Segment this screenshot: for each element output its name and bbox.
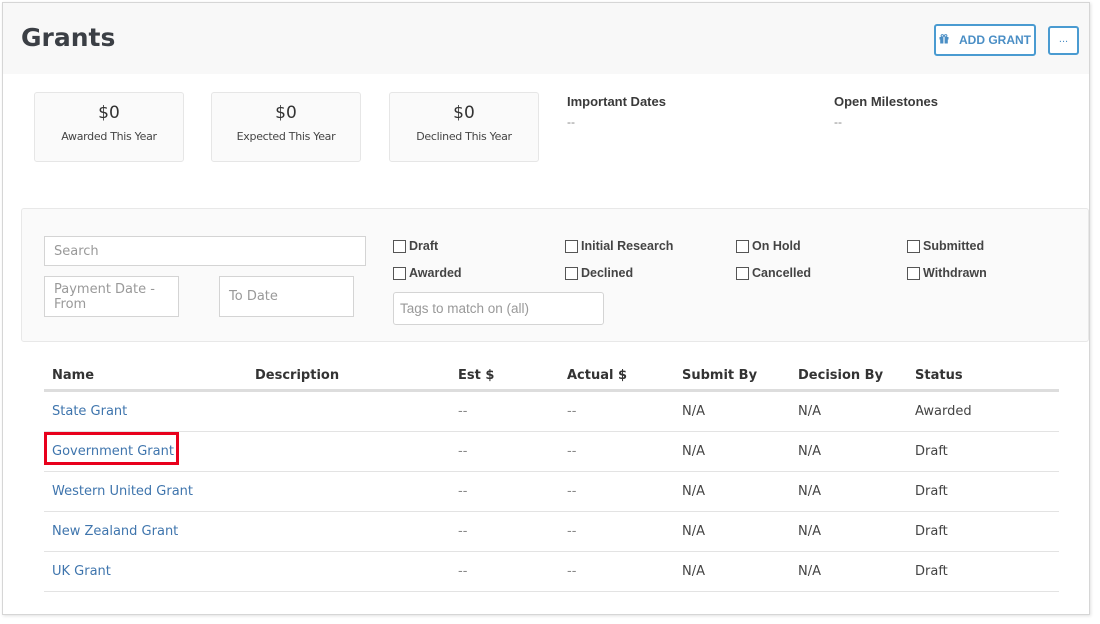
checkbox-box[interactable]: [565, 266, 578, 280]
submit-by-cell: N/A: [674, 471, 790, 512]
est-cell: --: [450, 551, 559, 592]
checkbox-declined[interactable]: Declined: [565, 266, 633, 280]
submit-by-cell: N/A: [674, 511, 790, 552]
checkbox-box[interactable]: [393, 239, 406, 253]
actual-cell: --: [559, 511, 674, 552]
est-cell: --: [450, 511, 559, 552]
checkbox-label: Cancelled: [752, 266, 812, 280]
column-header-name[interactable]: Name: [44, 362, 247, 392]
open-milestones-value: --: [834, 115, 842, 129]
checkbox-box[interactable]: [565, 239, 578, 253]
checkbox-label: On Hold: [752, 239, 801, 253]
grant-name-link[interactable]: Western United Grant: [52, 484, 193, 499]
gift-icon: [939, 33, 949, 47]
est-cell: --: [450, 390, 559, 432]
tags-input[interactable]: Tags to match on (all): [393, 292, 604, 325]
column-header-submit-by[interactable]: Submit By: [674, 362, 790, 392]
checkbox-withdrawn[interactable]: Withdrawn: [907, 266, 987, 280]
checkbox-label: Withdrawn: [923, 266, 987, 280]
column-header-description[interactable]: Description: [247, 362, 450, 392]
stat-awarded-this-year: $0 Awarded This Year: [34, 92, 184, 162]
column-header-est[interactable]: Est $: [450, 362, 559, 392]
stat-expected-this-year: $0 Expected This Year: [211, 92, 361, 162]
status-cell: Awarded: [907, 390, 1059, 432]
checkbox-label: Declined: [581, 266, 634, 280]
checkbox-submitted[interactable]: Submitted: [907, 239, 984, 253]
checkbox-label: Submitted: [923, 239, 985, 253]
open-milestones-heading: Open Milestones: [834, 94, 939, 109]
description-cell: [247, 471, 450, 512]
est-cell: --: [450, 431, 559, 472]
table-row: State Grant -- -- N/A N/A Awarded: [44, 390, 1059, 432]
stat-label: Declined This Year: [416, 130, 512, 143]
page-header: Grants ADD GRANT ...: [3, 3, 1089, 74]
checkbox-label: Initial Research: [581, 239, 674, 253]
actual-cell: --: [559, 551, 674, 592]
status-cell: Draft: [907, 471, 1059, 512]
grants-table: Name Description Est $ Actual $ Submit B…: [44, 362, 1059, 592]
checkbox-cancelled[interactable]: Cancelled: [736, 266, 811, 280]
decision-by-cell: N/A: [790, 511, 907, 552]
table-header-row: Name Description Est $ Actual $ Submit B…: [44, 362, 1059, 392]
status-cell: Draft: [907, 511, 1059, 552]
checkbox-draft[interactable]: Draft: [393, 239, 438, 253]
stat-value: $0: [98, 103, 120, 123]
description-cell: [247, 551, 450, 592]
table-row: New Zealand Grant -- -- N/A N/A Draft: [44, 511, 1059, 552]
decision-by-cell: N/A: [790, 431, 907, 472]
checkbox-label: Draft: [409, 239, 439, 253]
table-row: Government Grant -- -- N/A N/A Draft: [44, 431, 1059, 472]
grant-name-link[interactable]: UK Grant: [52, 564, 111, 579]
column-header-decision-by[interactable]: Decision By: [790, 362, 907, 392]
page-title: Grants: [21, 23, 116, 52]
status-cell: Draft: [907, 551, 1059, 592]
column-header-actual[interactable]: Actual $: [559, 362, 674, 392]
stat-value: $0: [275, 103, 297, 123]
decision-by-cell: N/A: [790, 551, 907, 592]
checkbox-box[interactable]: [736, 239, 749, 253]
stat-label: Expected This Year: [236, 130, 336, 143]
to-date-input[interactable]: To Date: [219, 276, 354, 317]
description-cell: [247, 511, 450, 552]
decision-by-cell: N/A: [790, 471, 907, 512]
submit-by-cell: N/A: [674, 431, 790, 472]
checkbox-on-hold[interactable]: On Hold: [736, 239, 801, 253]
grant-name-link[interactable]: Government Grant: [52, 444, 174, 459]
column-header-status[interactable]: Status: [907, 362, 1059, 392]
est-cell: --: [450, 471, 559, 512]
checkbox-awarded[interactable]: Awarded: [393, 266, 462, 280]
grant-name-link[interactable]: State Grant: [52, 404, 127, 419]
checkbox-box[interactable]: [393, 266, 406, 280]
important-dates: Important Dates --: [567, 94, 666, 129]
search-input[interactable]: Search: [44, 236, 366, 266]
status-cell: Draft: [907, 431, 1059, 472]
filter-panel: Search Payment Date -From To Date Draft …: [21, 208, 1089, 342]
description-cell: [247, 431, 450, 472]
open-milestones: Open Milestones --: [834, 94, 938, 129]
checkbox-label: Awarded: [409, 266, 462, 280]
table-row: UK Grant -- -- N/A N/A Draft: [44, 551, 1059, 592]
table-row: Western United Grant -- -- N/A N/A Draft: [44, 471, 1059, 512]
important-dates-heading: Important Dates: [567, 94, 666, 109]
submit-by-cell: N/A: [674, 390, 790, 432]
checkbox-box[interactable]: [907, 239, 920, 253]
stat-label: Awarded This Year: [61, 130, 157, 143]
actual-cell: --: [559, 471, 674, 512]
checkbox-box[interactable]: [736, 266, 749, 280]
checkbox-box[interactable]: [907, 266, 920, 280]
actual-cell: --: [559, 431, 674, 472]
stat-value: $0: [453, 103, 475, 123]
actual-cell: --: [559, 390, 674, 432]
submit-by-cell: N/A: [674, 551, 790, 592]
grant-name-link[interactable]: New Zealand Grant: [52, 524, 178, 539]
add-grant-button[interactable]: ADD GRANT: [934, 24, 1036, 56]
important-dates-value: --: [567, 115, 575, 129]
decision-by-cell: N/A: [790, 390, 907, 432]
more-options-button[interactable]: ...: [1048, 26, 1079, 55]
checkbox-initial-research[interactable]: Initial Research: [565, 239, 673, 253]
stat-declined-this-year: $0 Declined This Year: [389, 92, 539, 162]
add-grant-label: ADD GRANT: [959, 33, 1031, 47]
payment-date-from-input[interactable]: Payment Date -From: [44, 276, 179, 317]
description-cell: [247, 390, 450, 432]
